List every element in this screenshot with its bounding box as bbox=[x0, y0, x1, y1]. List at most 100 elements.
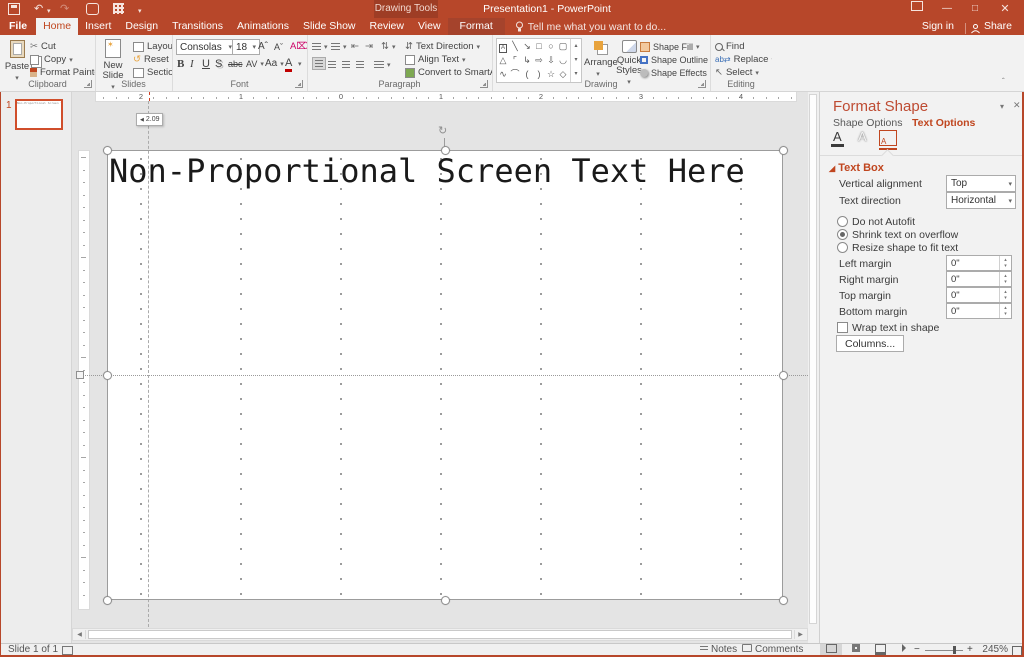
share-button[interactable]: Share bbox=[981, 18, 1024, 35]
section-text-box[interactable]: ◢ Text Box bbox=[829, 162, 884, 174]
resize-handle-bottom-left[interactable] bbox=[103, 596, 112, 605]
copy-button[interactable]: Copy▾ bbox=[30, 53, 73, 66]
underline-button[interactable]: U bbox=[202, 57, 210, 70]
horizontal-scrollbar[interactable]: ◀ ▶ bbox=[72, 628, 808, 641]
textbox-options-icon[interactable]: A bbox=[879, 130, 897, 146]
triangle-shape-icon[interactable]: △ bbox=[497, 53, 509, 67]
shape-effects-button[interactable]: Shape Effects▾ bbox=[640, 66, 711, 79]
vertical-scroll-thumb[interactable] bbox=[809, 94, 817, 624]
shape-outline-button[interactable]: Shape Outline▾ bbox=[640, 53, 711, 66]
select-button[interactable]: ↖Select▾ bbox=[715, 66, 759, 79]
horizontal-scroll-thumb[interactable] bbox=[88, 630, 792, 639]
rounded-rectangle-shape-icon[interactable]: ▢ bbox=[557, 39, 569, 53]
increase-font-icon[interactable]: Aˆ bbox=[258, 40, 268, 53]
save-icon[interactable] bbox=[8, 3, 20, 15]
tab-design[interactable]: Design bbox=[118, 18, 165, 35]
align-text-button[interactable]: Align Text▾ bbox=[405, 53, 466, 66]
text-shadow-button[interactable]: S bbox=[215, 57, 222, 70]
layout-button[interactable]: Layout▾ bbox=[133, 40, 173, 53]
resize-handle-middle-left[interactable] bbox=[103, 371, 112, 380]
paragraph-dialog-launcher-icon[interactable] bbox=[480, 80, 488, 88]
align-center-button[interactable] bbox=[328, 58, 336, 71]
ribbon-display-options-icon[interactable] bbox=[904, 0, 930, 18]
resize-handle-bottom-center[interactable] bbox=[441, 596, 450, 605]
panel-options-dropdown-icon[interactable]: ▾ bbox=[1000, 102, 1004, 111]
slide-thumbnail[interactable]: Non-Proportional Screen Text Here bbox=[15, 99, 63, 130]
line-shape-icon[interactable]: ╲ bbox=[509, 39, 521, 53]
resize-handle-top-left[interactable] bbox=[103, 146, 112, 155]
resize-handle-top-center[interactable] bbox=[441, 146, 450, 155]
vertical-ruler[interactable] bbox=[78, 150, 90, 610]
format-painter-button[interactable]: Format Painter bbox=[30, 66, 96, 79]
qat-customize-icon[interactable]: ▾ bbox=[138, 5, 142, 19]
tab-insert[interactable]: Insert bbox=[78, 18, 118, 35]
find-button[interactable]: Find bbox=[715, 40, 744, 53]
tab-view[interactable]: View bbox=[411, 18, 448, 35]
tab-shape-options[interactable]: Shape Options bbox=[833, 117, 902, 129]
horizontal-ruler[interactable]: 2101234 bbox=[95, 92, 797, 102]
convert-smartart-button[interactable]: Convert to SmartArt▾ bbox=[405, 66, 493, 79]
right-margin-input[interactable]: 0"▴▾ bbox=[946, 271, 1012, 287]
down-arrow-shape-icon[interactable]: ⇩ bbox=[545, 53, 557, 67]
wrap-text-checkbox[interactable] bbox=[837, 322, 848, 333]
tab-format[interactable]: Format bbox=[448, 18, 505, 35]
shape-gallery[interactable]: A ╲ ↘ □ ○ ▢ △ ⌜ ↳ ⇨ ⇩ ◡ ∿ ⌒ ( ) ☆ bbox=[496, 38, 582, 83]
decrease-indent-icon[interactable]: ⇤ bbox=[351, 40, 359, 53]
strikethrough-button[interactable]: abc bbox=[228, 57, 243, 70]
tab-file[interactable]: File bbox=[0, 18, 36, 35]
columns-button[interactable]: Columns... bbox=[836, 335, 904, 352]
tab-animations[interactable]: Animations bbox=[230, 18, 296, 35]
text-fill-outline-icon[interactable]: A bbox=[831, 130, 844, 147]
spinner-icons[interactable]: ▴▾ bbox=[999, 272, 1011, 286]
signin-link[interactable]: Sign in bbox=[915, 18, 961, 35]
section-button[interactable]: Section▾ bbox=[133, 66, 173, 79]
shape-fill-button[interactable]: Shape Fill▾ bbox=[640, 40, 700, 53]
arrow-shape-icon[interactable]: ↘ bbox=[521, 39, 533, 53]
replace-button[interactable]: ab⇄Replace▾ bbox=[715, 53, 772, 66]
tab-home[interactable]: Home bbox=[36, 18, 78, 35]
maximize-icon[interactable]: □ bbox=[962, 0, 988, 18]
tab-slideshow[interactable]: Slide Show bbox=[296, 18, 363, 35]
redo-icon[interactable]: ↷ bbox=[60, 2, 69, 16]
align-left-button[interactable] bbox=[312, 57, 326, 70]
top-margin-input[interactable]: 0"▴▾ bbox=[946, 287, 1012, 303]
scroll-left-icon[interactable]: ◀ bbox=[74, 630, 86, 639]
font-color-dropdown-icon[interactable]: ▾ bbox=[298, 57, 302, 70]
text-direction-button[interactable]: ⇵Text Direction▾ bbox=[405, 40, 480, 53]
zoom-slider-thumb[interactable] bbox=[953, 646, 956, 654]
font-name-combo[interactable]: Consolas▾ bbox=[176, 39, 236, 55]
grid-icon[interactable] bbox=[113, 3, 124, 14]
slide-textbox-text[interactable]: Non-Proportional Screen Text Here bbox=[109, 150, 783, 192]
resize-handle-bottom-right[interactable] bbox=[779, 596, 788, 605]
undo-dropdown-icon[interactable]: ▾ bbox=[47, 5, 51, 19]
spinner-icons[interactable]: ▴▾ bbox=[999, 304, 1011, 318]
font-size-combo[interactable]: 18▾ bbox=[232, 39, 260, 55]
panel-close-icon[interactable]: ✕ bbox=[1013, 100, 1021, 111]
tab-transitions[interactable]: Transitions bbox=[165, 18, 230, 35]
spinner-icons[interactable]: ▴▾ bbox=[999, 256, 1011, 270]
tab-review[interactable]: Review bbox=[363, 18, 411, 35]
font-color-button[interactable]: A bbox=[285, 56, 292, 72]
bullets-button[interactable]: ▾ bbox=[312, 40, 328, 53]
clipboard-dialog-launcher-icon[interactable] bbox=[84, 80, 92, 88]
spinner-icons[interactable]: ▴▾ bbox=[999, 288, 1011, 302]
right-arrow-shape-icon[interactable]: ⇨ bbox=[533, 53, 545, 67]
rotation-handle-icon[interactable]: ↻ bbox=[438, 124, 447, 137]
close-icon[interactable]: ✕ bbox=[992, 0, 1018, 18]
text-direction-dropdown[interactable]: Horizontal▾ bbox=[946, 192, 1016, 209]
elbow-arrow-connector-icon[interactable]: ↳ bbox=[521, 53, 533, 67]
left-margin-input[interactable]: 0"▴▾ bbox=[946, 255, 1012, 271]
columns-button-ribbon[interactable]: ▾ bbox=[374, 58, 391, 71]
vertical-alignment-dropdown[interactable]: Top▾ bbox=[946, 175, 1016, 192]
line-spacing-button[interactable]: ⇅▾ bbox=[381, 40, 395, 53]
undo-icon[interactable]: ↶ bbox=[34, 2, 43, 16]
italic-button[interactable]: I bbox=[190, 57, 194, 70]
accessibility-icon[interactable] bbox=[62, 646, 73, 655]
resize-handle-top-right[interactable] bbox=[779, 146, 788, 155]
reset-button[interactable]: ↺Reset bbox=[133, 53, 169, 66]
resize-handle-middle-right[interactable] bbox=[779, 371, 788, 380]
bold-button[interactable]: B bbox=[177, 57, 184, 70]
callout-shape-icon[interactable]: ◡ bbox=[557, 53, 569, 67]
increase-indent-icon[interactable]: ⇥ bbox=[365, 40, 373, 53]
elbow-connector-icon[interactable]: ⌜ bbox=[509, 53, 521, 67]
